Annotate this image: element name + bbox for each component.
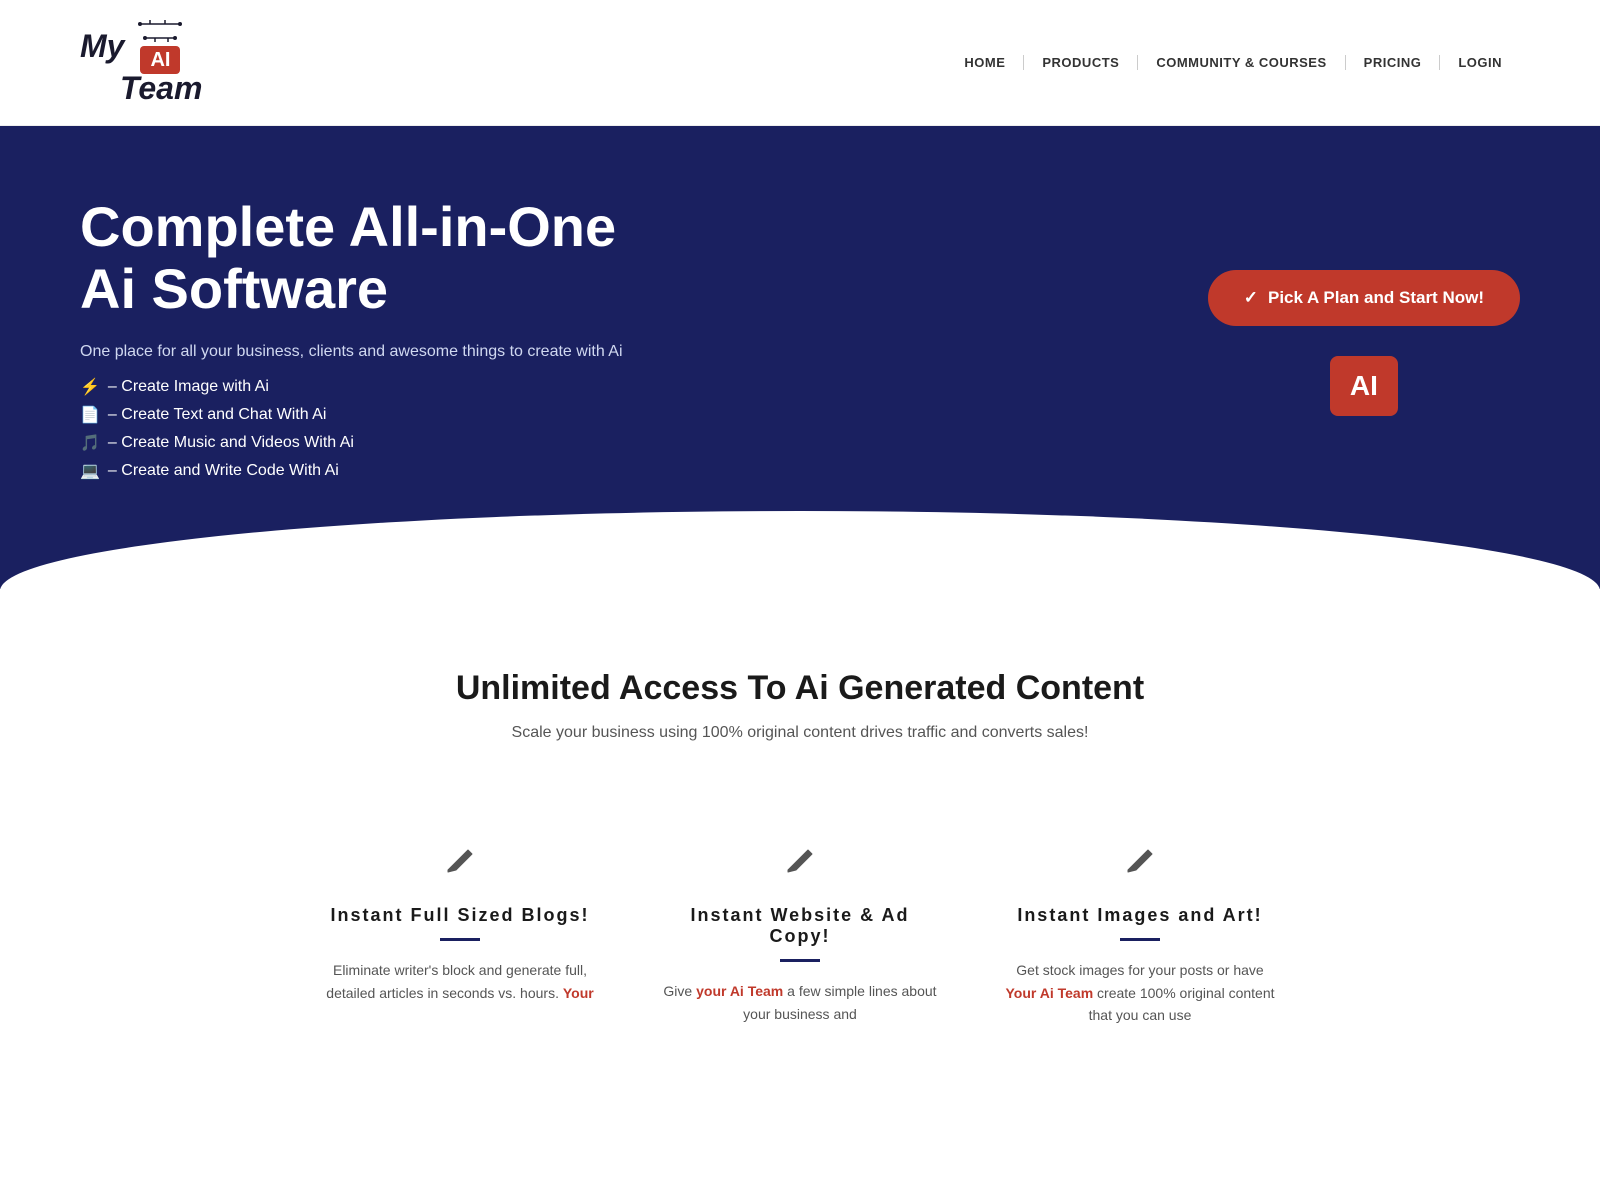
blogs-divider — [440, 938, 480, 941]
feature-icon-4: 💻 — [80, 461, 100, 481]
unlimited-section: Unlimited Access To Ai Generated Content… — [0, 589, 1600, 842]
feature-text-3: – Create Music and Videos With Ai — [108, 434, 354, 452]
images-highlight: Your Ai Team — [1006, 985, 1094, 1001]
feature-code: 💻 – Create and Write Code With Ai — [80, 461, 680, 481]
navigation: HOME PRODUCTS COMMUNITY & COURSES PRICIN… — [946, 55, 1520, 70]
hero-content: Complete All-in-One Ai Software One plac… — [80, 196, 680, 489]
card-website: Instant Website & Ad Copy! Give your Ai … — [660, 842, 940, 1026]
hero-cta-area: ✓ Pick A Plan and Start Now! AI — [1208, 270, 1520, 416]
logo: My AI — [80, 18, 202, 107]
images-desc: Get stock images for your posts or have … — [1000, 959, 1280, 1026]
header: My AI — [0, 0, 1600, 126]
blogs-title: Instant Full Sized Blogs! — [320, 905, 600, 926]
website-highlight: your Ai Team — [696, 983, 783, 999]
nav-pricing[interactable]: PRICING — [1346, 55, 1441, 70]
checkmark-icon: ✓ — [1244, 288, 1258, 308]
hero-subtitle: One place for all your business, clients… — [80, 343, 680, 361]
feature-text: 📄 – Create Text and Chat With Ai — [80, 405, 680, 425]
hero-ai-badge: AI — [1330, 356, 1398, 416]
cta-button-label: Pick A Plan and Start Now! — [1268, 288, 1484, 308]
cards-row: Instant Full Sized Blogs! Eliminate writ… — [0, 842, 1600, 1086]
feature-image: ⚡ – Create Image with Ai — [80, 377, 680, 397]
feature-icon-1: ⚡ — [80, 377, 100, 397]
feature-icon-2: 📄 — [80, 405, 100, 425]
nav-login[interactable]: LOGIN — [1440, 55, 1520, 70]
feature-text-2: – Create Text and Chat With Ai — [108, 406, 326, 424]
blogs-desc: Eliminate writer's block and generate fu… — [320, 959, 600, 1004]
logo-team: Team — [120, 70, 202, 107]
images-divider — [1120, 938, 1160, 941]
website-divider — [780, 959, 820, 962]
images-icon — [1000, 842, 1280, 887]
nav-home[interactable]: HOME — [946, 55, 1024, 70]
nav-products[interactable]: PRODUCTS — [1024, 55, 1138, 70]
feature-music: 🎵 – Create Music and Videos With Ai — [80, 433, 680, 453]
card-images: Instant Images and Art! Get stock images… — [1000, 842, 1280, 1026]
hero-section: Complete All-in-One Ai Software One plac… — [0, 126, 1600, 589]
logo-my: My — [80, 28, 124, 65]
feature-text-1: – Create Image with Ai — [108, 378, 269, 396]
pick-plan-button[interactable]: ✓ Pick A Plan and Start Now! — [1208, 270, 1520, 326]
blogs-highlight: Your — [563, 985, 594, 1001]
unlimited-subtitle: Scale your business using 100% original … — [80, 724, 1520, 742]
circuit-icon — [130, 18, 190, 46]
website-title: Instant Website & Ad Copy! — [660, 905, 940, 947]
feature-icon-3: 🎵 — [80, 433, 100, 453]
images-title: Instant Images and Art! — [1000, 905, 1280, 926]
hero-title: Complete All-in-One Ai Software — [80, 196, 680, 319]
unlimited-title: Unlimited Access To Ai Generated Content — [80, 669, 1520, 708]
card-blogs: Instant Full Sized Blogs! Eliminate writ… — [320, 842, 600, 1026]
blogs-icon — [320, 842, 600, 887]
website-icon — [660, 842, 940, 887]
website-desc: Give your Ai Team a few simple lines abo… — [660, 980, 940, 1025]
nav-community[interactable]: COMMUNITY & COURSES — [1138, 55, 1345, 70]
feature-text-4: – Create and Write Code With Ai — [108, 462, 339, 480]
hero-features: ⚡ – Create Image with Ai 📄 – Create Text… — [80, 377, 680, 481]
